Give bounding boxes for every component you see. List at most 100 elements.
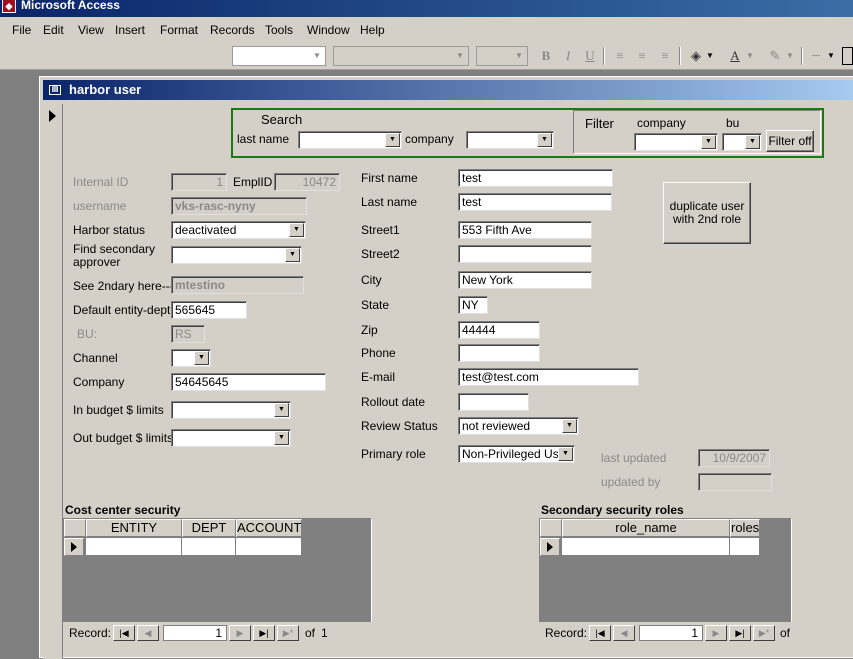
line-color-icon[interactable]: ✎ [765, 47, 785, 65]
find-secondary-approver-combo[interactable]: ▼ [171, 246, 302, 264]
chevron-down-icon[interactable]: ▼ [537, 133, 552, 147]
last-name-field[interactable]: test [458, 193, 612, 211]
chevron-down-icon[interactable]: ▼ [744, 47, 756, 65]
column-header-role-name[interactable]: role_name [562, 519, 730, 537]
menu-records[interactable]: Records [210, 23, 255, 37]
special-effect-icon[interactable] [842, 47, 853, 65]
updated-by-field[interactable] [698, 473, 772, 491]
rollout-date-field[interactable] [458, 393, 529, 411]
new-record-selector[interactable] [540, 538, 560, 556]
align-left-icon[interactable]: ≡ [610, 47, 630, 65]
in-budget-combo[interactable]: ▼ [171, 401, 291, 419]
city-field[interactable]: New York [458, 271, 592, 289]
filter-off-button[interactable]: Filter off [766, 130, 814, 152]
font-name-combo[interactable]: ▼ [333, 46, 469, 66]
next-record-icon[interactable]: ▶ [229, 625, 251, 641]
chevron-down-icon[interactable]: ▼ [385, 133, 400, 147]
street1-field[interactable]: 553 Fifth Ave [458, 221, 592, 239]
chevron-down-icon[interactable]: ▼ [558, 447, 573, 461]
last-record-icon[interactable]: ▶| [253, 625, 275, 641]
bold-button[interactable]: B [536, 47, 556, 65]
street2-field[interactable] [458, 245, 592, 263]
duplicate-user-button[interactable]: duplicate user with 2nd role [663, 182, 751, 244]
border-style-icon[interactable]: ┄ [806, 47, 826, 65]
email-field[interactable]: test@test.com [458, 368, 639, 386]
username-field[interactable]: vks-rasc-nyny [171, 197, 307, 215]
new-record-selector[interactable] [64, 538, 84, 556]
of-label: of [780, 626, 791, 640]
align-right-icon[interactable]: ≡ [655, 47, 675, 65]
chevron-down-icon[interactable]: ▼ [194, 351, 209, 365]
phone-field[interactable] [458, 344, 540, 362]
record-selector[interactable] [43, 104, 63, 659]
chevron-down-icon[interactable]: ▼ [562, 419, 577, 433]
dept-cell[interactable] [182, 538, 236, 556]
chevron-down-icon[interactable]: ▼ [289, 223, 304, 237]
filter-company-combo[interactable]: ▼ [634, 133, 718, 151]
fill-color-icon[interactable]: ◈ [686, 47, 706, 65]
menu-tools[interactable]: Tools [265, 23, 293, 37]
align-center-icon[interactable]: ≡ [632, 47, 652, 65]
underline-button[interactable]: U [580, 47, 600, 65]
account-cell[interactable] [236, 538, 302, 556]
column-header-account[interactable]: ACCOUNT [236, 519, 302, 537]
select-all-corner[interactable] [540, 519, 562, 537]
menu-help[interactable]: Help [360, 23, 385, 37]
state-field[interactable]: NY [458, 296, 488, 314]
column-header-dept[interactable]: DEPT [182, 519, 236, 537]
font-size-combo[interactable]: ▼ [476, 46, 528, 66]
chevron-down-icon[interactable]: ▼ [701, 135, 716, 149]
search-company-combo[interactable]: ▼ [466, 131, 554, 149]
new-record-icon[interactable]: ▶* [277, 625, 299, 641]
roles-cell[interactable] [730, 538, 760, 556]
chevron-down-icon[interactable]: ▼ [825, 47, 837, 65]
primary-role-combo[interactable]: Non-Privileged User ▼ [458, 445, 575, 463]
record-number-input[interactable]: 1 [639, 625, 703, 641]
last-updated-field[interactable]: 10/9/2007 [698, 449, 770, 467]
out-budget-combo[interactable]: ▼ [171, 429, 291, 447]
chevron-down-icon[interactable]: ▼ [274, 403, 289, 417]
internal-id-field[interactable]: 1 [171, 173, 227, 191]
secondary-approver-field[interactable]: mtestino [171, 276, 304, 294]
record-number-input[interactable]: 1 [163, 625, 227, 641]
first-record-icon[interactable]: |◀ [589, 625, 611, 641]
menu-window[interactable]: Window [307, 23, 350, 37]
last-record-icon[interactable]: ▶| [729, 625, 751, 641]
chevron-down-icon[interactable]: ▼ [274, 431, 289, 445]
menu-file[interactable]: File [12, 23, 31, 37]
new-record-icon[interactable]: ▶* [753, 625, 775, 641]
state-label: State [361, 298, 390, 312]
role-name-cell[interactable] [562, 538, 730, 556]
entity-cell[interactable] [86, 538, 182, 556]
column-header-entity[interactable]: ENTITY [86, 519, 182, 537]
emplid-field[interactable]: 10472 [274, 173, 340, 191]
column-header-roles[interactable]: roles [730, 519, 760, 537]
harbor-status-combo[interactable]: deactivated ▼ [171, 221, 306, 239]
filter-bu-combo[interactable]: ▼ [722, 133, 762, 151]
italic-button[interactable]: I [558, 47, 578, 65]
bu-field[interactable]: RS [171, 325, 205, 343]
previous-record-icon[interactable]: ◀ [613, 625, 635, 641]
zip-field[interactable]: 44444 [458, 321, 540, 339]
search-last-name-combo[interactable]: ▼ [298, 131, 402, 149]
chevron-down-icon[interactable]: ▼ [704, 47, 716, 65]
chevron-down-icon[interactable]: ▼ [285, 248, 300, 262]
previous-record-icon[interactable]: ◀ [137, 625, 159, 641]
menu-bar: File Edit View Insert Format Records Too… [0, 17, 853, 42]
channel-combo[interactable]: ▼ [171, 349, 211, 367]
object-combo[interactable]: ▼ [232, 46, 326, 66]
menu-view[interactable]: View [78, 23, 104, 37]
chevron-down-icon[interactable]: ▼ [784, 47, 796, 65]
menu-edit[interactable]: Edit [43, 23, 64, 37]
default-entity-dept-field[interactable]: 565645 [171, 301, 247, 319]
review-status-combo[interactable]: not reviewed ▼ [458, 417, 579, 435]
first-record-icon[interactable]: |◀ [113, 625, 135, 641]
chevron-down-icon[interactable]: ▼ [745, 135, 760, 149]
select-all-corner[interactable] [64, 519, 86, 537]
menu-insert[interactable]: Insert [115, 23, 145, 37]
first-name-field[interactable]: test [458, 169, 613, 187]
font-color-icon[interactable]: A [725, 47, 745, 65]
company-field[interactable]: 54645645 [171, 373, 326, 391]
menu-format[interactable]: Format [160, 23, 198, 37]
next-record-icon[interactable]: ▶ [705, 625, 727, 641]
